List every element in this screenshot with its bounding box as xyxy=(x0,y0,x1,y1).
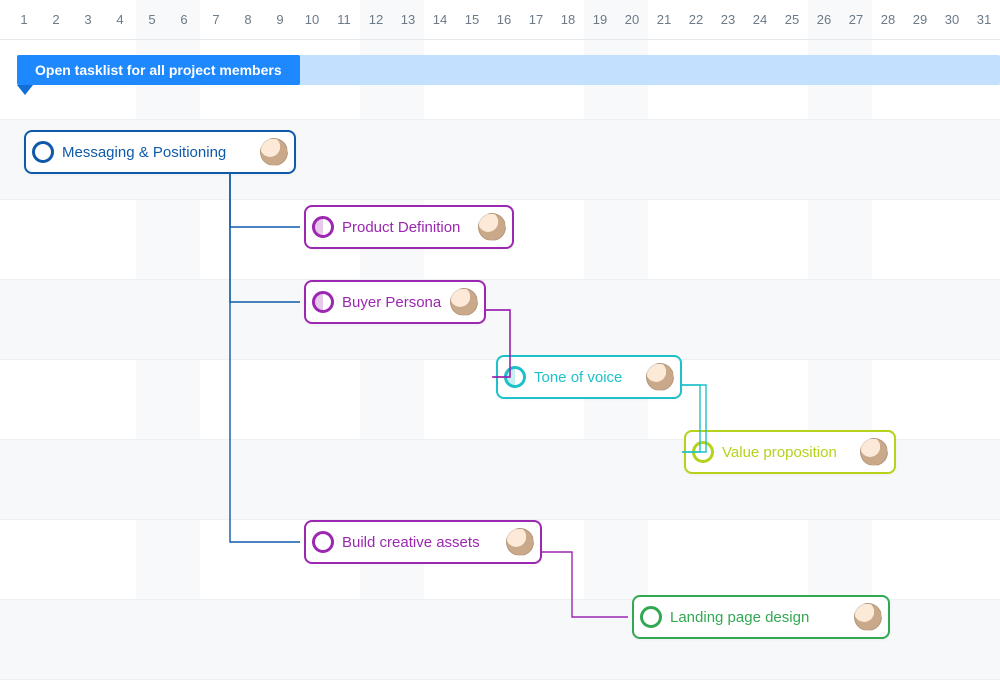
timeline-day: 24 xyxy=(744,0,776,39)
timeline-day: 2 xyxy=(40,0,72,39)
tasklist-pointer-icon xyxy=(17,85,33,95)
status-circle-icon xyxy=(32,141,54,163)
timeline-day: 1 xyxy=(8,0,40,39)
timeline-day: 20 xyxy=(616,0,648,39)
task-label: Landing page design xyxy=(670,609,846,626)
tasklist-label: Open tasklist for all project members xyxy=(17,55,300,85)
task-buyer-persona[interactable]: Buyer Persona xyxy=(304,280,486,324)
timeline-day: 23 xyxy=(712,0,744,39)
status-circle-icon xyxy=(640,606,662,628)
timeline-day: 22 xyxy=(680,0,712,39)
timeline-day: 13 xyxy=(392,0,424,39)
timeline-header: 1234567891011121314151617181920212223242… xyxy=(0,0,1000,40)
avatar[interactable] xyxy=(450,288,478,316)
timeline-day: 8 xyxy=(232,0,264,39)
task-landing-page[interactable]: Landing page design xyxy=(632,595,890,639)
timeline-day: 4 xyxy=(104,0,136,39)
timeline-day: 15 xyxy=(456,0,488,39)
timeline-day: 9 xyxy=(264,0,296,39)
avatar[interactable] xyxy=(854,603,882,631)
avatar[interactable] xyxy=(860,438,888,466)
timeline-day: 7 xyxy=(200,0,232,39)
timeline-day: 25 xyxy=(776,0,808,39)
timeline-day: 11 xyxy=(328,0,360,39)
status-circle-icon xyxy=(312,531,334,553)
avatar[interactable] xyxy=(478,213,506,241)
timeline-day: 27 xyxy=(840,0,872,39)
timeline-day: 21 xyxy=(648,0,680,39)
avatar[interactable] xyxy=(260,138,288,166)
avatar[interactable] xyxy=(506,528,534,556)
task-label: Value proposition xyxy=(722,444,852,461)
status-circle-icon xyxy=(312,291,334,313)
timeline-day: 19 xyxy=(584,0,616,39)
timeline-day: 18 xyxy=(552,0,584,39)
timeline-day: 31 xyxy=(968,0,1000,39)
task-label: Messaging & Positioning xyxy=(62,144,252,161)
timeline-day: 5 xyxy=(136,0,168,39)
task-value-proposition[interactable]: Value proposition xyxy=(684,430,896,474)
tasklist-banner[interactable]: Open tasklist for all project members xyxy=(17,55,1000,85)
status-circle-icon xyxy=(504,366,526,388)
timeline-day: 10 xyxy=(296,0,328,39)
avatar[interactable] xyxy=(646,363,674,391)
status-circle-icon xyxy=(312,216,334,238)
gantt-row xyxy=(0,280,1000,360)
task-label: Buyer Persona xyxy=(342,294,442,311)
task-label: Product Definition xyxy=(342,219,470,236)
task-messaging[interactable]: Messaging & Positioning xyxy=(24,130,296,174)
timeline-day: 30 xyxy=(936,0,968,39)
timeline-day: 6 xyxy=(168,0,200,39)
task-label: Build creative assets xyxy=(342,534,498,551)
task-creative-assets[interactable]: Build creative assets xyxy=(304,520,542,564)
task-label: Tone of voice xyxy=(534,369,638,386)
timeline-day: 3 xyxy=(72,0,104,39)
timeline-day: 14 xyxy=(424,0,456,39)
timeline-day: 16 xyxy=(488,0,520,39)
timeline-day: 29 xyxy=(904,0,936,39)
timeline-day: 17 xyxy=(520,0,552,39)
timeline-day: 28 xyxy=(872,0,904,39)
status-circle-icon xyxy=(692,441,714,463)
timeline-day: 12 xyxy=(360,0,392,39)
task-product-definition[interactable]: Product Definition xyxy=(304,205,514,249)
task-tone-of-voice[interactable]: Tone of voice xyxy=(496,355,682,399)
timeline-day: 26 xyxy=(808,0,840,39)
